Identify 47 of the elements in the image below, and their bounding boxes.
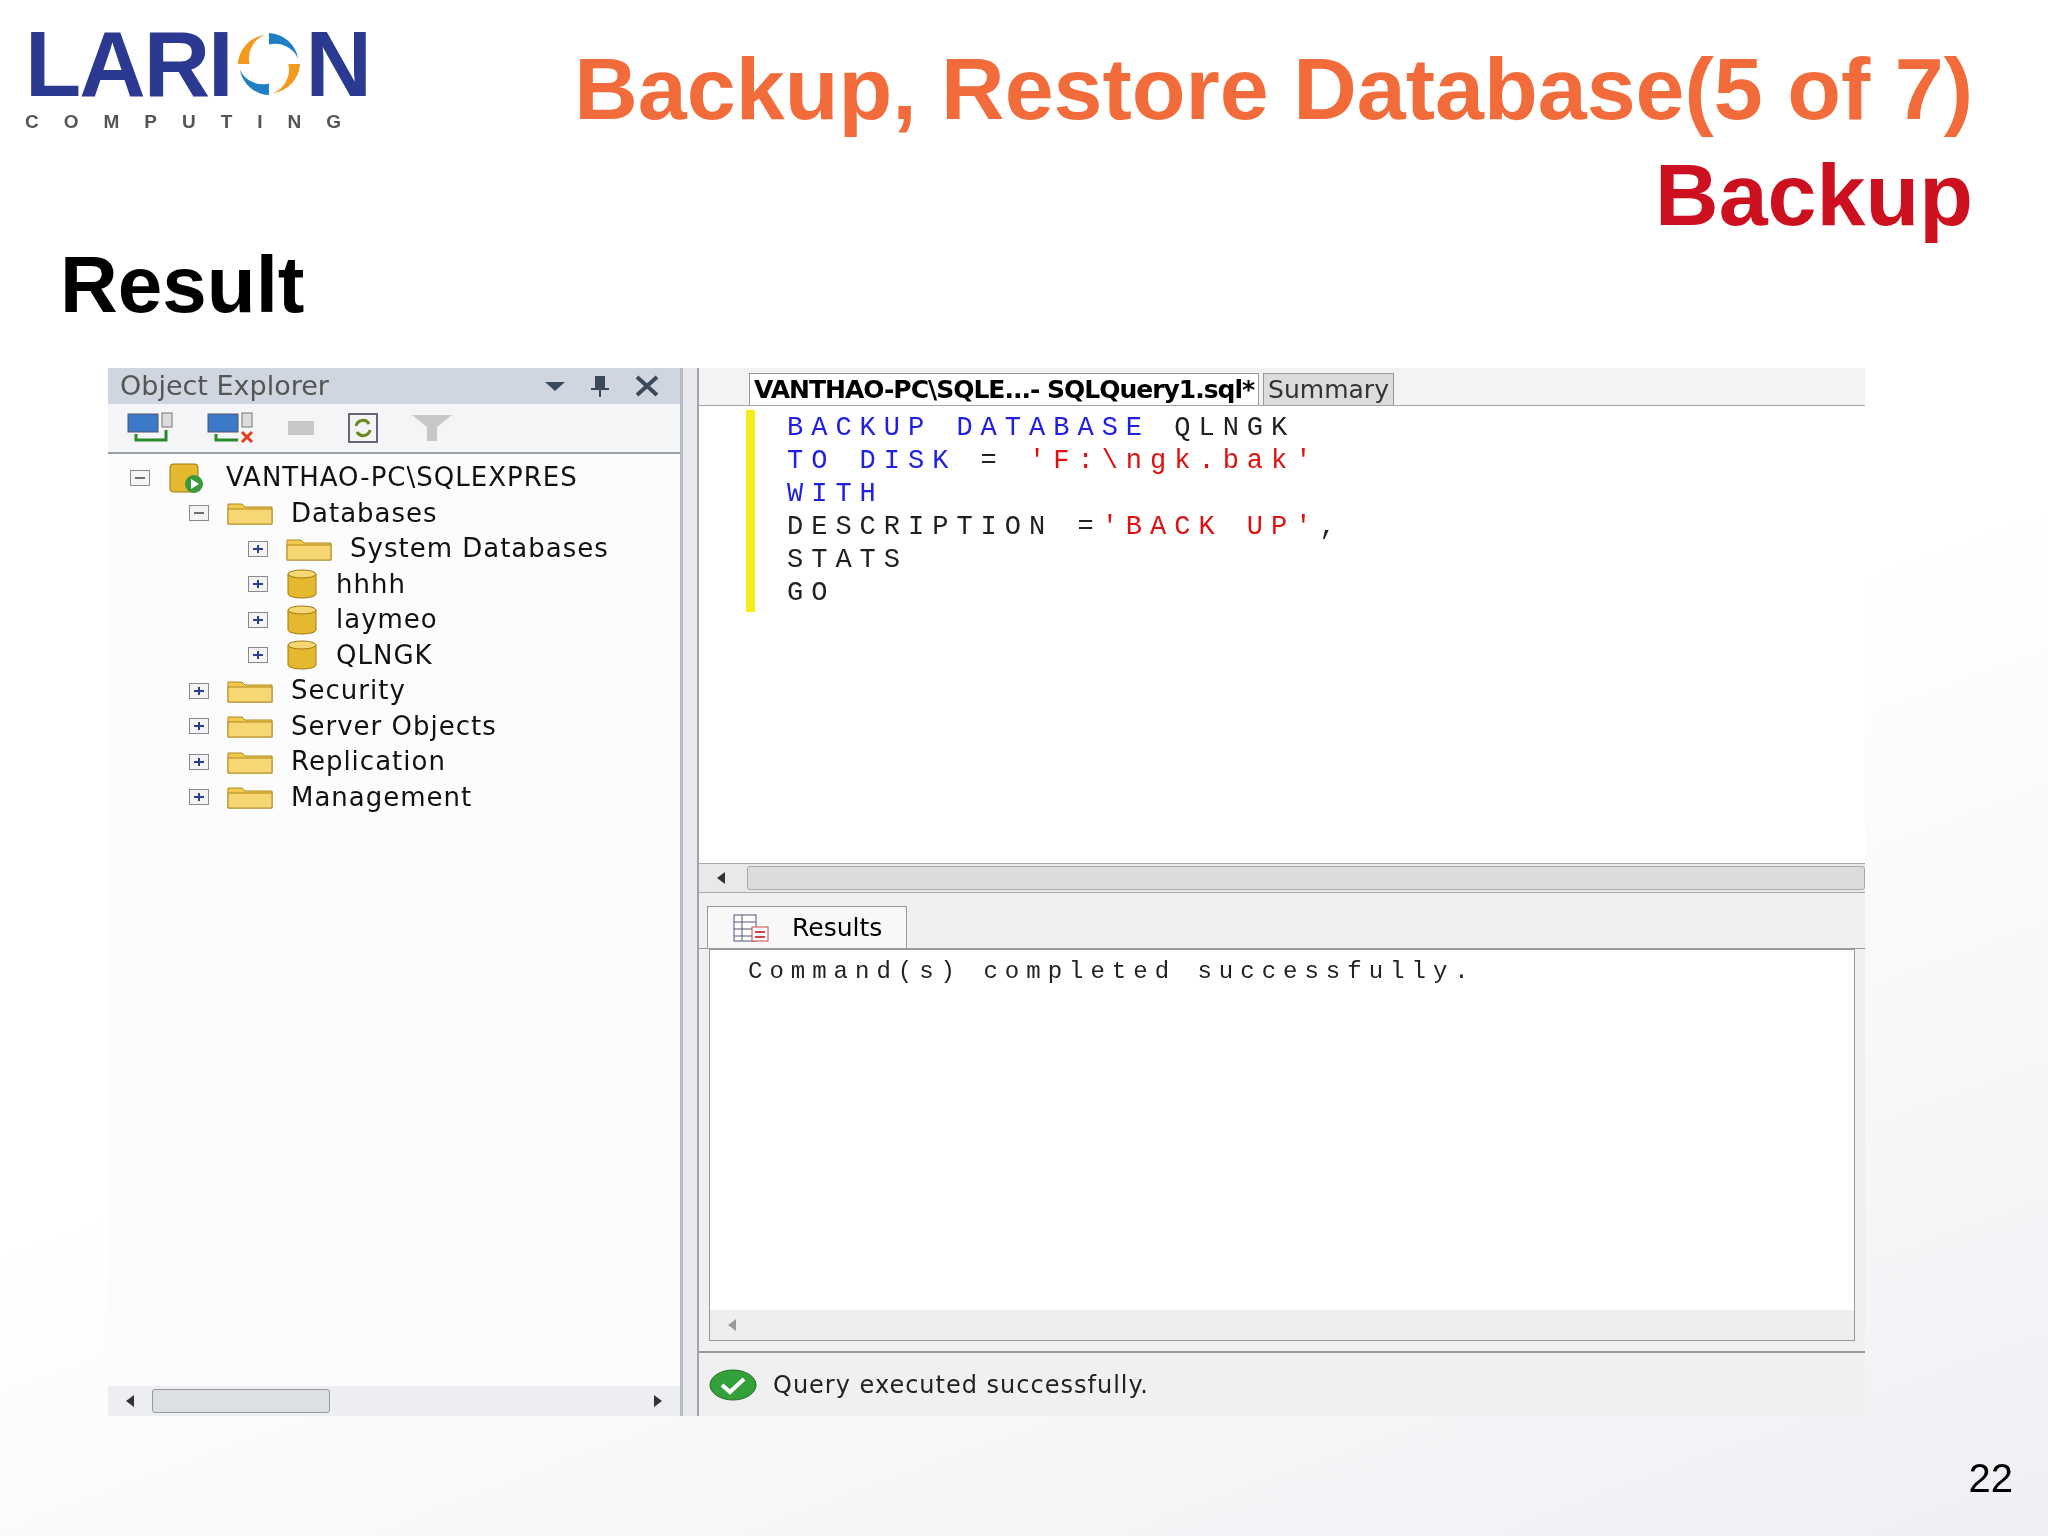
horizontal-scrollbar[interactable]: [108, 1386, 680, 1416]
code-line: BACKUP DATABASE QLNGK: [787, 412, 1297, 445]
expand-icon[interactable]: [189, 718, 209, 735]
folder-icon: [227, 678, 273, 703]
code-line: STATS: [787, 544, 909, 577]
folder-icon: [286, 536, 332, 561]
slide-subtitle: Backup: [1655, 144, 1973, 246]
collapse-icon[interactable]: [189, 505, 209, 522]
expand-icon[interactable]: [248, 540, 268, 557]
grid-icon: [732, 912, 772, 943]
disconnect-icon[interactable]: [206, 412, 256, 444]
folder-icon: [227, 749, 273, 774]
checkmark-icon: [709, 1368, 757, 1401]
status-message: Query executed successfully.: [773, 1369, 1149, 1401]
code-line: DESCRIPTION ='BACK UP',: [787, 511, 1344, 544]
folder-icon: [227, 501, 273, 526]
code-line: GO: [787, 577, 837, 610]
slide-title: Backup, Restore Database(5 of 7): [574, 38, 1973, 140]
expand-icon[interactable]: [248, 647, 268, 664]
expand-icon[interactable]: [189, 753, 209, 770]
expand-icon[interactable]: [248, 611, 268, 628]
database-icon: [286, 640, 318, 671]
panel-title: Object Explorer: [120, 368, 329, 403]
editor-tab[interactable]: VANTHAO-PC\SQLE...- SQLQuery1.sql*: [749, 373, 1260, 405]
database-icon: [286, 569, 318, 600]
logo: LARI N COMPUTING: [25, 22, 370, 134]
code-line: WITH: [787, 478, 885, 511]
result-message: Command(s) completed successfully.: [747, 957, 1477, 987]
folder-icon: [227, 785, 273, 810]
horizontal-scrollbar[interactable]: [699, 863, 1865, 893]
folder-icon: [227, 714, 273, 739]
pin-icon[interactable]: [590, 374, 610, 398]
horizontal-scrollbar[interactable]: [710, 1310, 1854, 1340]
results-tab[interactable]: Results: [707, 906, 908, 948]
expand-icon[interactable]: [248, 576, 268, 593]
collapse-icon[interactable]: [130, 469, 150, 486]
expand-icon[interactable]: [189, 682, 209, 699]
close-icon[interactable]: [634, 375, 660, 397]
refresh-icon[interactable]: [346, 411, 380, 445]
code-line: TO DISK = 'F:\ngk.bak': [787, 445, 1321, 478]
expand-icon[interactable]: [189, 789, 209, 806]
page-number: 22: [1968, 1455, 2013, 1502]
section-heading: Result: [60, 240, 305, 329]
database-icon: [286, 604, 318, 635]
editor-tab[interactable]: Summary: [1263, 373, 1394, 405]
connect-icon[interactable]: [126, 412, 176, 444]
dropdown-icon[interactable]: [544, 380, 566, 392]
